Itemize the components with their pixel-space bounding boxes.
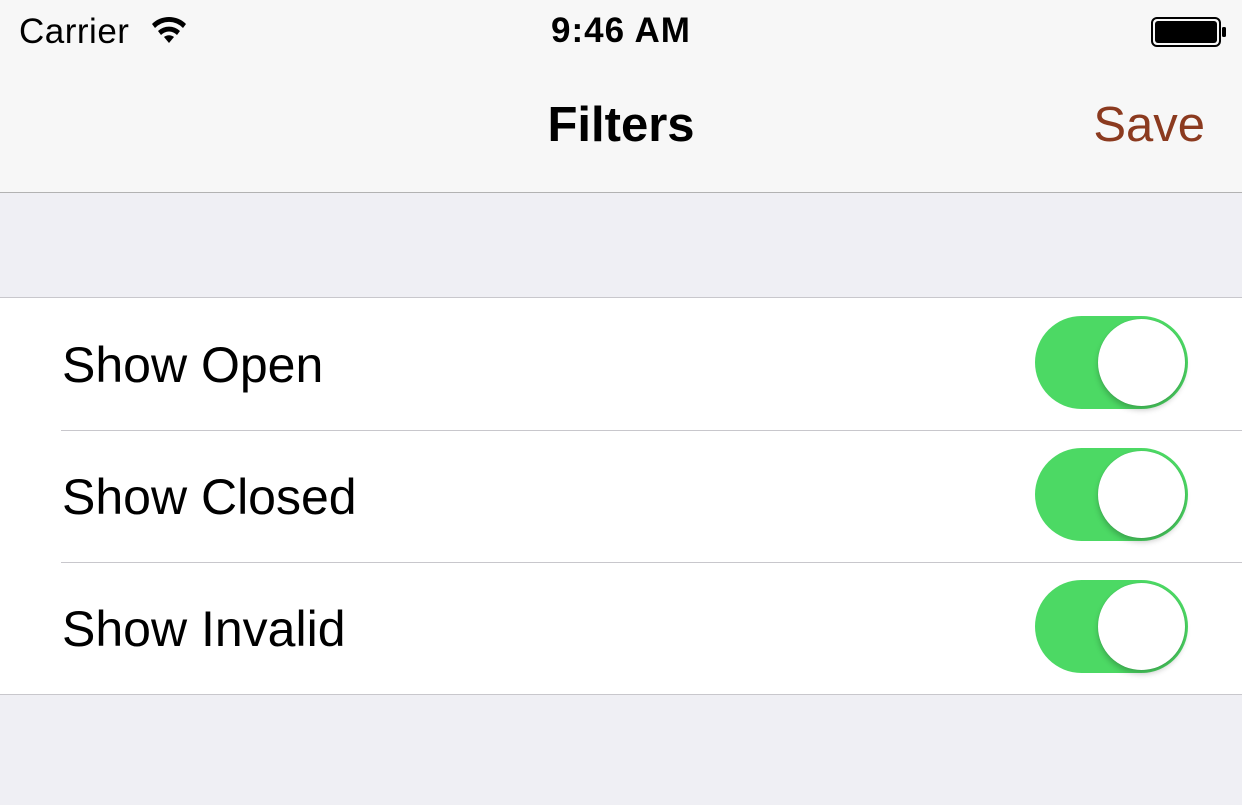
filter-row-show-invalid: Show Invalid (0, 562, 1242, 694)
status-time: 9:46 AM (551, 11, 691, 50)
battery-full-icon (1151, 17, 1226, 47)
filter-label: Show Open (62, 337, 324, 393)
filter-row-show-open: Show Open (0, 298, 1242, 430)
status-bar: Carrier 9:46 AM (0, 0, 1242, 64)
toggle-knob (1098, 583, 1185, 670)
save-button[interactable]: Save (1093, 97, 1205, 153)
filter-label: Show Invalid (62, 601, 346, 657)
filter-row-show-closed: Show Closed (0, 430, 1242, 562)
toggle-knob (1098, 319, 1185, 406)
toggle-knob (1098, 451, 1185, 538)
navigation-bar: Filters Save (0, 64, 1242, 193)
page-title: Filters (547, 98, 695, 152)
show-open-toggle[interactable] (1035, 316, 1188, 409)
filters-table: Show Open Show Closed Show Invalid (0, 297, 1242, 695)
show-closed-toggle[interactable] (1035, 448, 1188, 541)
filter-label: Show Closed (62, 469, 357, 525)
show-invalid-toggle[interactable] (1035, 580, 1188, 673)
